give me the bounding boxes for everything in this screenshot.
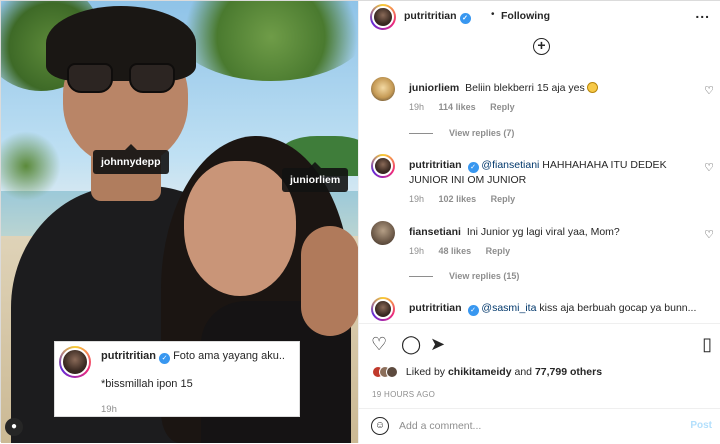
comment-username[interactable]: putritritian: [409, 302, 462, 314]
post-comment-button[interactable]: Post: [690, 420, 712, 431]
caption-avatar[interactable]: [59, 346, 91, 378]
more-options-icon[interactable]: ...: [695, 5, 710, 21]
comment-mention[interactable]: @fiansetiani: [481, 159, 539, 171]
header-separator: •: [491, 9, 495, 20]
header-username[interactable]: putritritian: [404, 10, 457, 22]
smile-emoji-icon: [586, 82, 598, 93]
liked-by-others[interactable]: 77,799 others: [535, 366, 602, 378]
caption-text: Foto ama yayang aku..: [173, 350, 285, 362]
comment-reply-button[interactable]: Reply: [486, 246, 511, 256]
caption-username[interactable]: putritritian: [101, 350, 156, 362]
post-side-panel: putritritian ✓ • Following ... + juniorli…: [358, 1, 720, 443]
comment-username[interactable]: putritritian: [409, 159, 462, 171]
verified-badge-icon: ✓: [467, 162, 479, 173]
liked-by-user[interactable]: chikitameidy: [448, 366, 512, 378]
comment-likes[interactable]: 102 likes: [439, 194, 477, 204]
caption-text-line2: *bissmillah ipon 15: [101, 378, 193, 390]
view-replies-button[interactable]: View replies (15): [409, 271, 519, 281]
post-photo[interactable]: johnnydepp juniorliem ● putritritian ✓ Fo…: [1, 1, 358, 443]
heart-icon[interactable]: ♡: [371, 335, 387, 353]
comment-time: 19h: [409, 102, 425, 112]
comment-text: Ini Junior yg lagi viral yaa, Mom?: [466, 226, 620, 238]
verified-badge-icon: ✓: [459, 13, 471, 24]
load-more-comments-icon[interactable]: +: [533, 38, 550, 55]
comment-like-heart-icon[interactable]: ♡: [704, 84, 714, 97]
post-frame: johnnydepp juniorliem ● putritritian ✓ Fo…: [0, 0, 720, 443]
comment-avatar[interactable]: [371, 221, 395, 245]
comment-time: 19h: [409, 246, 425, 256]
comment-mention[interactable]: @sasmi_ita: [481, 302, 536, 314]
verified-badge-icon: ✓: [159, 353, 170, 364]
comment-avatar[interactable]: [371, 297, 395, 321]
add-comment-bar: ☺ Post: [359, 408, 720, 444]
comment-icon[interactable]: ◯: [401, 335, 421, 353]
emoji-picker-icon[interactable]: ☺: [371, 417, 389, 435]
comment-time: 19h: [409, 194, 425, 204]
share-icon[interactable]: ➤: [430, 335, 445, 353]
comment-reply-button[interactable]: Reply: [490, 102, 515, 112]
comment-avatar[interactable]: [371, 154, 395, 178]
comment-likes[interactable]: 114 likes: [439, 102, 476, 112]
photo-tag-juniorliem[interactable]: juniorliem: [282, 162, 349, 192]
comment-likes[interactable]: 48 likes: [439, 246, 472, 256]
liker-avatar: [386, 366, 398, 378]
comment-like-heart-icon[interactable]: ♡: [704, 228, 714, 241]
bookmark-icon[interactable]: ▯: [702, 335, 712, 353]
liked-by-and: and: [514, 366, 533, 378]
liked-by-row: Liked by chikitameidy and 77,799 others: [372, 366, 602, 382]
comment-like-heart-icon[interactable]: ♡: [704, 161, 714, 174]
post-timestamp: 19 HOURS AGO: [372, 390, 436, 399]
comment-text: Beliin blekberri 15 aja yes: [465, 82, 585, 94]
following-button[interactable]: Following: [501, 10, 550, 22]
comment-username[interactable]: fiansetiani: [409, 226, 461, 238]
comments-list: juniorliem Beliin blekberri 15 aja yes 1…: [359, 61, 720, 323]
caption-time: 19h: [101, 404, 117, 415]
caption-card: putritritian ✓ Foto ama yayang aku.. *bis…: [54, 341, 300, 417]
header-avatar[interactable]: [370, 4, 396, 30]
tagged-user-icon[interactable]: ●: [5, 418, 23, 436]
photo-tag-johnnydepp[interactable]: johnnydepp: [93, 144, 169, 174]
comment-reply-button[interactable]: Reply: [491, 194, 516, 204]
post-header: putritritian ✓ • Following ...: [359, 1, 720, 31]
sunglasses: [67, 63, 175, 95]
add-comment-input[interactable]: [399, 416, 669, 436]
liked-by-prefix: Liked by: [405, 366, 446, 378]
comment-avatar[interactable]: [371, 77, 395, 101]
comment-username[interactable]: juniorliem: [409, 82, 459, 94]
view-replies-button[interactable]: View replies (7): [409, 128, 514, 138]
verified-badge-icon: ✓: [467, 305, 479, 316]
comment-text: kiss aja berbuah gocap ya bunn...: [539, 302, 697, 314]
post-actions: ♡ ◯ ➤ ▯ Liked by chikitameidy and 77,799…: [359, 323, 720, 443]
